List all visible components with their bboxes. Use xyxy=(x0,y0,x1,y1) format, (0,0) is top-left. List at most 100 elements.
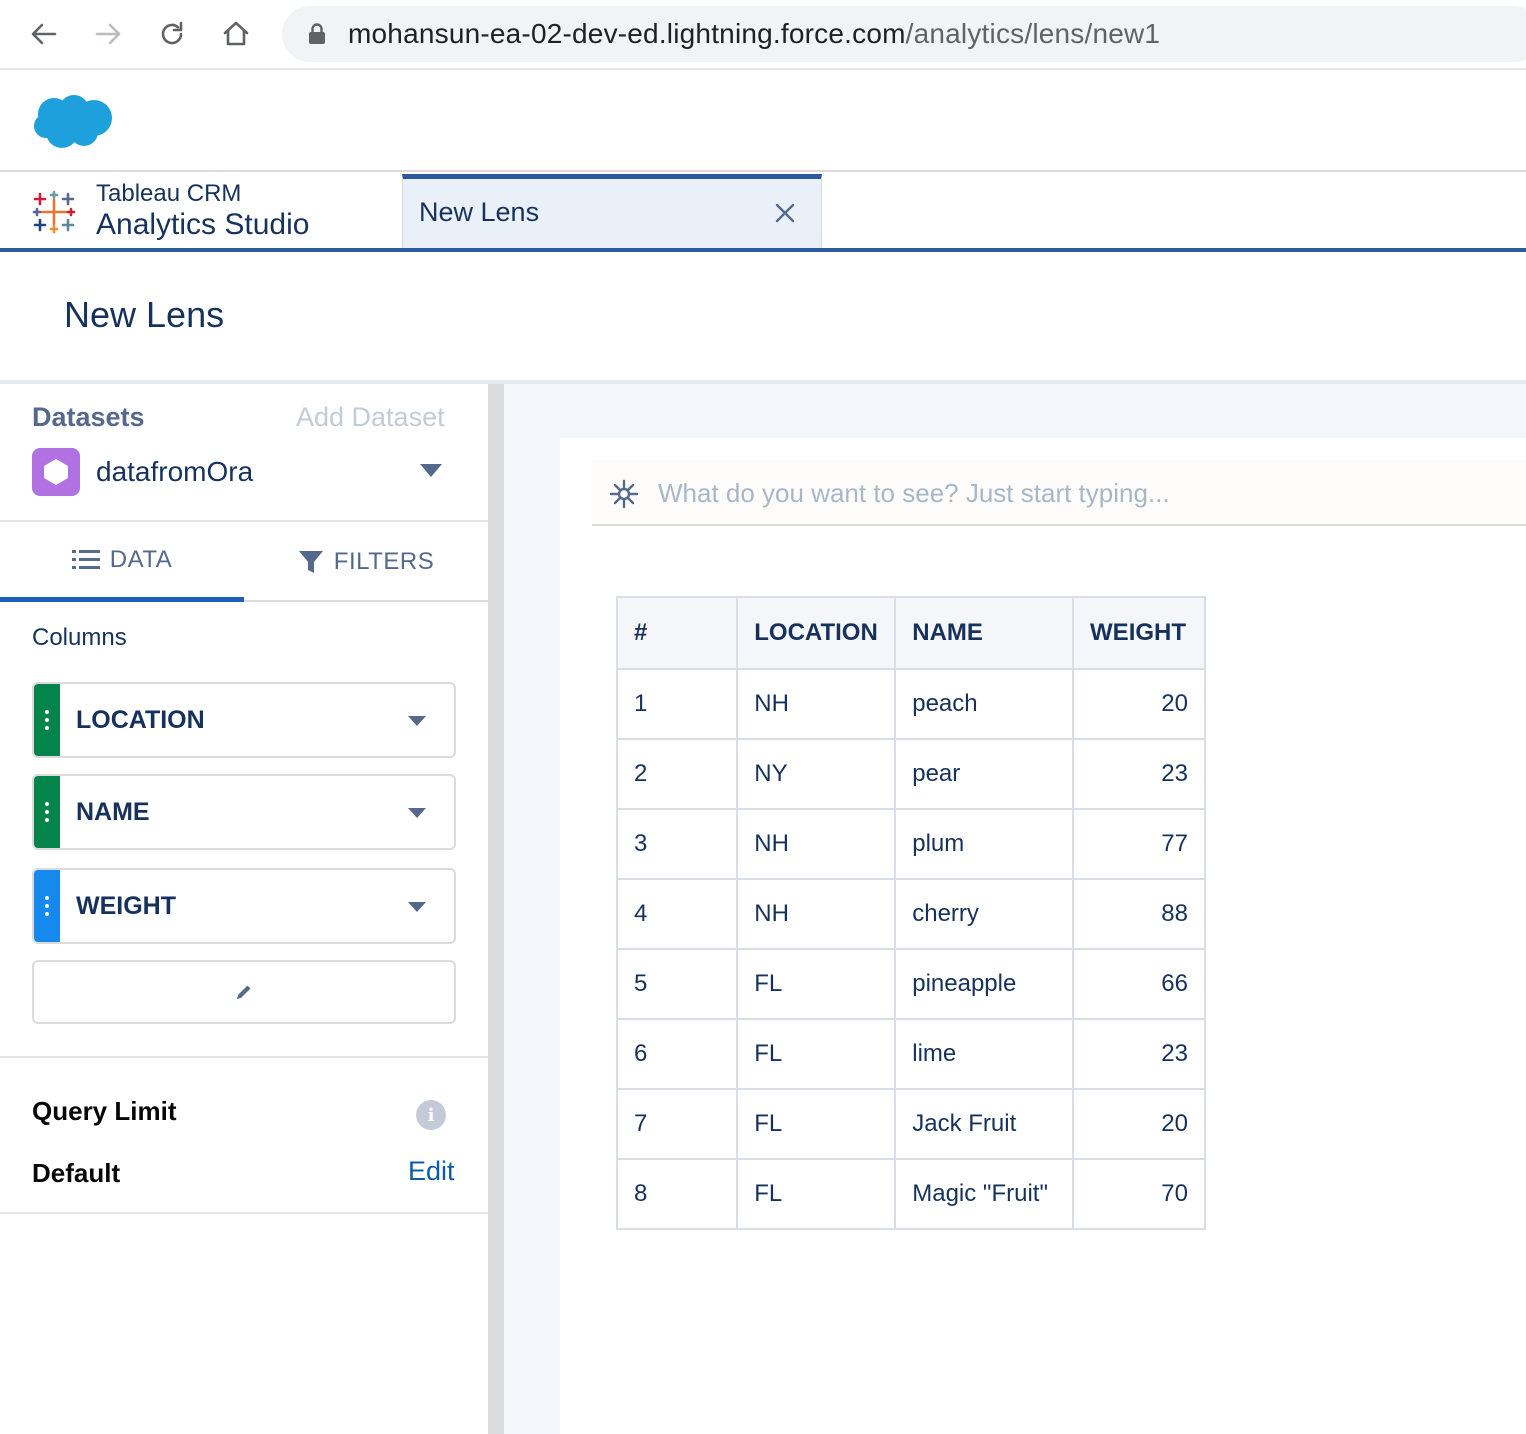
table-row: 5 FL pineapple 66 xyxy=(617,949,1206,1020)
panel-splitter[interactable] xyxy=(488,384,504,1434)
cell-name: lime xyxy=(895,1019,1075,1090)
cell-index: 2 xyxy=(617,739,739,810)
pencil-icon xyxy=(237,985,251,999)
column-card-weight[interactable]: WEIGHT xyxy=(32,868,456,944)
info-icon[interactable]: i xyxy=(416,1100,446,1130)
cell-name: Jack Fruit xyxy=(895,1089,1075,1160)
cell-location: NY xyxy=(737,739,897,810)
columns-label: Columns xyxy=(32,624,127,651)
app-name-line2: Analytics Studio xyxy=(96,208,310,241)
chevron-down-icon[interactable] xyxy=(408,902,426,912)
datasets-label: Datasets xyxy=(32,402,145,432)
tab-filters-label: FILTERS xyxy=(333,548,435,575)
column-header-weight[interactable]: WEIGHT xyxy=(1073,597,1206,670)
table-row: 8 FL Magic "Fruit" 70 xyxy=(617,1159,1206,1230)
close-icon[interactable] xyxy=(773,201,797,225)
chevron-down-icon[interactable] xyxy=(408,808,426,818)
tab-data-label: DATA xyxy=(109,545,173,573)
query-limit-value: Default xyxy=(32,1158,121,1188)
dataset-icon xyxy=(32,448,80,496)
add-dataset-button[interactable]: Add Dataset xyxy=(296,402,445,433)
cell-weight: 66 xyxy=(1073,949,1206,1020)
column-card-name[interactable]: NAME xyxy=(32,774,456,850)
results-table: # LOCATION NAME WEIGHT 1 NH peach 20 2 NY pear… xyxy=(616,596,1206,1230)
cell-name: Magic "Fruit" xyxy=(895,1159,1075,1230)
browser-toolbar: mohansun-ea-02-dev-ed.lightning.force.co… xyxy=(0,0,1526,70)
cell-location: NH xyxy=(737,809,897,880)
query-limit-label: Query Limit xyxy=(32,1096,177,1126)
table-row: 7 FL Jack Fruit 20 xyxy=(617,1089,1206,1160)
global-header xyxy=(0,72,1526,172)
divider xyxy=(0,1212,488,1214)
address-bar[interactable]: mohansun-ea-02-dev-ed.lightning.force.co… xyxy=(282,6,1526,62)
forward-arrow-icon[interactable] xyxy=(88,14,128,54)
column-label: WEIGHT xyxy=(76,892,176,920)
search-input[interactable]: What do you want to see? Just start typi… xyxy=(592,460,1526,526)
page-title[interactable]: New Lens xyxy=(64,294,224,336)
cell-index: 7 xyxy=(617,1089,739,1160)
cell-name: pear xyxy=(895,739,1075,810)
cell-index: 8 xyxy=(617,1159,739,1230)
column-header-name[interactable]: NAME xyxy=(895,597,1075,670)
home-icon[interactable] xyxy=(216,14,256,54)
cell-location: NH xyxy=(737,669,897,740)
lock-icon xyxy=(308,23,326,50)
dataset-name[interactable]: datafromOra xyxy=(96,456,253,488)
column-label: NAME xyxy=(76,798,150,826)
cell-location: FL xyxy=(737,1159,897,1230)
drag-handle-icon[interactable] xyxy=(34,870,60,942)
cell-location: NH xyxy=(737,879,897,950)
search-placeholder: What do you want to see? Just start typi… xyxy=(658,478,1170,508)
cell-weight: 20 xyxy=(1073,1089,1206,1160)
app-name-line1: Tableau CRM xyxy=(96,180,242,207)
cell-weight: 23 xyxy=(1073,739,1206,810)
app-navigation: Tableau CRM Analytics Studio New Lens xyxy=(0,174,1526,252)
column-label: LOCATION xyxy=(76,706,205,734)
cell-location: FL xyxy=(737,949,897,1020)
table-row: 4 NH cherry 88 xyxy=(617,879,1206,950)
cell-name: cherry xyxy=(895,879,1075,950)
cell-location: FL xyxy=(737,1019,897,1090)
url-host: mohansun-ea-02-dev-ed.lightning.force.co… xyxy=(348,18,906,49)
cell-index: 1 xyxy=(617,669,739,740)
table-row: 1 NH peach 20 xyxy=(617,669,1206,740)
cell-index: 6 xyxy=(617,1019,739,1090)
back-arrow-icon[interactable] xyxy=(24,14,64,54)
cell-weight: 23 xyxy=(1073,1019,1206,1090)
column-header-index[interactable]: # xyxy=(617,597,739,670)
drag-handle-icon[interactable] xyxy=(34,776,60,848)
table-row: 3 NH plum 77 xyxy=(617,809,1206,880)
table-row: 6 FL lime 23 xyxy=(617,1019,1206,1090)
url-path: /analytics/lens/new1 xyxy=(905,18,1161,49)
cell-location: FL xyxy=(737,1089,897,1160)
panel-tabs: DATA FILTERS xyxy=(0,522,488,602)
cell-index: 5 xyxy=(617,949,739,1020)
cell-weight: 88 xyxy=(1073,879,1206,950)
reload-icon[interactable] xyxy=(152,14,192,54)
salesforce-cloud-logo-icon[interactable] xyxy=(32,92,116,157)
url-text: mohansun-ea-02-dev-ed.lightning.force.co… xyxy=(348,18,1160,50)
edit-columns-button[interactable] xyxy=(32,960,456,1024)
cell-weight: 77 xyxy=(1073,809,1206,880)
list-icon xyxy=(71,549,100,569)
chevron-down-icon[interactable] xyxy=(408,716,426,726)
filter-icon xyxy=(298,551,323,573)
tab-new-lens[interactable]: New Lens xyxy=(402,174,822,248)
table-header-row: # LOCATION NAME WEIGHT xyxy=(617,597,1206,670)
tab-label: New Lens xyxy=(419,197,540,227)
cell-name: pineapple xyxy=(895,949,1075,1020)
chevron-down-icon[interactable] xyxy=(420,464,442,477)
tab-filters[interactable]: FILTERS xyxy=(244,522,488,602)
drag-handle-icon[interactable] xyxy=(34,684,60,756)
divider xyxy=(0,1056,488,1058)
tab-data[interactable]: DATA xyxy=(0,522,244,602)
query-limit-edit-link[interactable]: Edit xyxy=(408,1156,455,1187)
cell-name: plum xyxy=(895,809,1075,880)
left-panel: Datasets Add Dataset datafromOra DATA FI… xyxy=(0,384,488,1434)
cell-weight: 70 xyxy=(1073,1159,1206,1230)
cell-name: peach xyxy=(895,669,1075,740)
cell-index: 3 xyxy=(617,809,739,880)
cell-weight: 20 xyxy=(1073,669,1206,740)
column-header-location[interactable]: LOCATION xyxy=(737,597,897,670)
column-card-location[interactable]: LOCATION xyxy=(32,682,456,758)
